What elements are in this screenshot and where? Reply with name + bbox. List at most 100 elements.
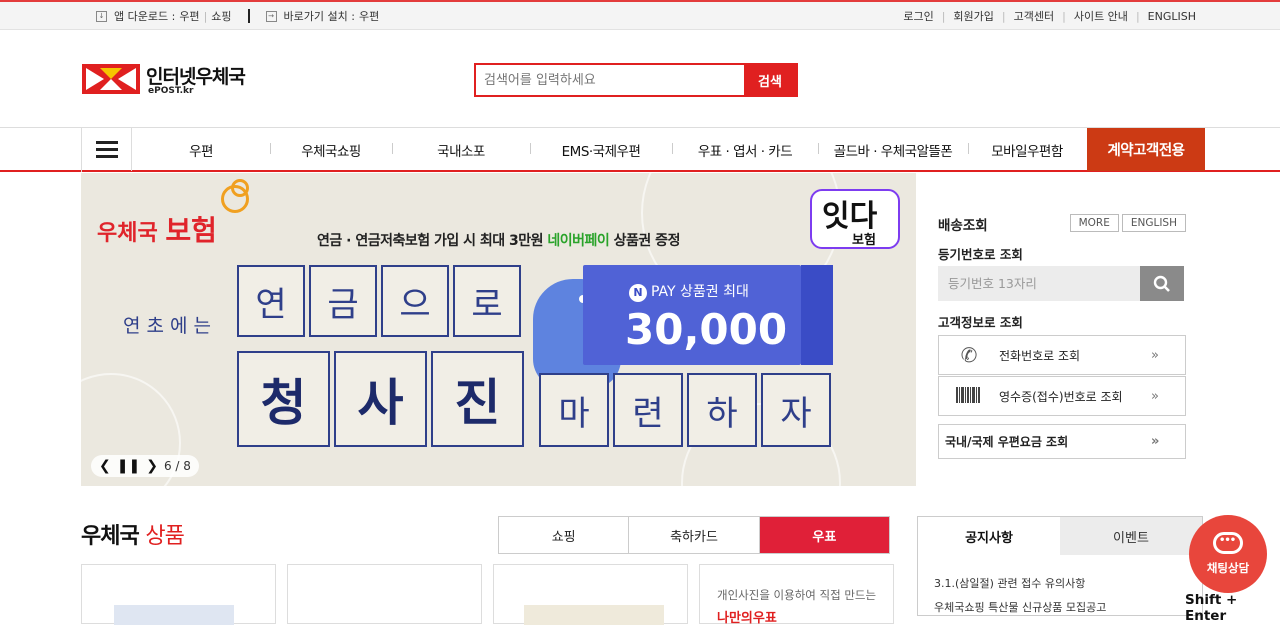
- nav-item-domestic-parcel[interactable]: 국내소포: [392, 140, 530, 160]
- english-link[interactable]: ENGLISH: [1148, 10, 1196, 23]
- pause-icon[interactable]: ❚❚: [117, 458, 140, 474]
- grid-char: 진: [431, 351, 524, 447]
- product-card[interactable]: [81, 564, 276, 625]
- main-banner[interactable]: 우체국 보험 연금 · 연금저축보험 가입 시 최대 3만원 네이버페이 상품권…: [81, 173, 916, 486]
- ticket-label: PAY 상품권 최대: [651, 284, 749, 300]
- grid-char: 마: [539, 373, 609, 447]
- tab-events[interactable]: 이벤트: [1060, 517, 1202, 555]
- app-download-post-link[interactable]: 우편: [179, 8, 199, 24]
- search-input[interactable]: [476, 65, 744, 95]
- app-download-group: ↓ 앱 다운로드 : 우편 | 쇼핑 → 바로가기 설치 : 우편: [96, 8, 379, 24]
- customer-info-label: 고객정보로 조회: [938, 315, 1023, 330]
- shortcut-icon: →: [265, 10, 277, 22]
- banner-grid-row1: 연 금 으 로: [237, 265, 525, 337]
- double-chevron-icon: »: [1151, 347, 1159, 363]
- products-tabs: 쇼핑 축하카드 우표: [498, 516, 890, 554]
- postal-rate-lookup-row[interactable]: 국내/국제 우편요금 조회 »: [938, 424, 1186, 459]
- login-link[interactable]: 로그인: [903, 8, 933, 24]
- product-card[interactable]: [493, 564, 688, 625]
- clover-icon: [231, 179, 249, 197]
- grid-char: 으: [381, 265, 449, 337]
- notice-item[interactable]: 우체국쇼핑 특산물 신규상품 모집공고: [934, 599, 1106, 615]
- npay-icon: N: [629, 284, 647, 302]
- itda-badge: 잇다 보험: [810, 189, 900, 249]
- reg-number-input[interactable]: 등기번호 13자리: [938, 266, 1140, 301]
- divider: |: [203, 9, 208, 23]
- ticket-amount: 30,000: [625, 305, 788, 354]
- banner-headline: 연금 · 연금저축보험 가입 시 최대 3만원 네이버페이 상품권 증정: [317, 233, 680, 249]
- shortcut-label: 바로가기 설치 :: [283, 10, 355, 23]
- tab-shopping[interactable]: 쇼핑: [499, 517, 630, 553]
- tab-notices[interactable]: 공지사항: [918, 517, 1060, 555]
- search-bar: 검색: [474, 63, 798, 97]
- nav-item-post[interactable]: 우편: [132, 140, 270, 160]
- notice-panel: 공지사항 이벤트 3.1.(삼일절) 관련 접수 유의사항 우체국쇼핑 특산물 …: [917, 516, 1203, 616]
- banner-grid-row2: 청 사 진: [237, 351, 528, 447]
- nav-item-mobile-mailbox[interactable]: 모바일우편함: [968, 140, 1086, 160]
- naverpay-ticket: N PAY 상품권 최대 30,000: [583, 265, 833, 365]
- grid-char: 자: [761, 373, 831, 447]
- banner-left-phrase: 연초에는: [123, 315, 217, 337]
- chat-bubble-icon: [1213, 532, 1243, 554]
- download-icon: ↓: [96, 10, 107, 22]
- receipt-lookup-row[interactable]: 영수증(접수)번호로 조회 »: [938, 376, 1186, 416]
- barcode-icon: [939, 384, 999, 408]
- app-download-shopping-link[interactable]: 쇼핑: [211, 8, 231, 24]
- logo-text: 인터넷우체국: [146, 66, 246, 88]
- product-card-title: 나만의우표: [717, 611, 777, 626]
- banner-grid-row3: 마 련 하 자: [539, 373, 835, 447]
- search-button[interactable]: 검색: [744, 65, 796, 95]
- site-logo[interactable]: 인터넷우체국 ePOST.kr: [82, 64, 246, 96]
- chat-consult-button[interactable]: 채팅상담: [1189, 515, 1267, 593]
- tracking-title: 배송조회: [938, 218, 988, 234]
- contract-customer-button[interactable]: 계약고객전용: [1087, 128, 1205, 171]
- nav-item-shopping[interactable]: 우체국쇼핑: [270, 140, 392, 160]
- pager-count: 6 / 8: [163, 459, 191, 473]
- epost-logo-icon: [82, 64, 140, 94]
- banner-pager: ❮ ❚❚ ❯ 6 / 8: [91, 455, 199, 477]
- divider: |: [941, 9, 946, 23]
- postal-rate-label: 국내/국제 우편요금 조회: [945, 435, 1069, 449]
- chat-label: 채팅상담: [1206, 561, 1250, 575]
- next-arrow-icon[interactable]: ❯: [146, 458, 158, 474]
- tracking-english-button[interactable]: ENGLISH: [1121, 214, 1186, 232]
- grid-char: 하: [687, 373, 757, 447]
- tracking-more-button[interactable]: MORE: [1069, 214, 1119, 232]
- signup-link[interactable]: 회원가입: [953, 8, 993, 24]
- product-card[interactable]: 개인사진을 이용하여 직접 만드는 나만의우표: [699, 564, 894, 626]
- tracking-search-button[interactable]: [1140, 266, 1184, 301]
- all-menu-icon[interactable]: [82, 128, 132, 171]
- product-cards: 개인사진을 이용하여 직접 만드는 나만의우표: [81, 564, 894, 626]
- site-guide-link[interactable]: 사이트 안내: [1074, 8, 1128, 24]
- product-image: [524, 605, 664, 625]
- top-right-links: 로그인 | 회원가입 | 고객센터 | 사이트 안내 | ENGLISH: [903, 8, 1196, 24]
- grid-char: 연: [237, 265, 305, 337]
- chat-shortcut-text: Shift + Enter: [1185, 592, 1238, 624]
- grid-char: 로: [453, 265, 521, 337]
- phone-lookup-row[interactable]: ✆ 전화번호로 조회 »: [938, 335, 1186, 375]
- tab-stamps[interactable]: 우표: [759, 517, 889, 553]
- product-image: [114, 605, 234, 625]
- search-icon: [1153, 275, 1170, 292]
- grid-char: 사: [334, 351, 427, 447]
- customer-center-link[interactable]: 고객센터: [1014, 8, 1054, 24]
- receipt-lookup-label: 영수증(접수)번호로 조회: [999, 389, 1123, 404]
- divider: |: [1001, 9, 1006, 23]
- double-chevron-icon: »: [1151, 434, 1160, 449]
- grid-char: 금: [309, 265, 377, 337]
- nav-item-goldbar-phone[interactable]: 골드바 · 우체국알뜰폰: [818, 140, 968, 160]
- notice-item[interactable]: 3.1.(삼일절) 관련 접수 유의사항: [934, 575, 1085, 591]
- prev-arrow-icon[interactable]: ❮: [99, 458, 111, 474]
- top-utility-bar: ↓ 앱 다운로드 : 우편 | 쇼핑 → 바로가기 설치 : 우편 로그인 | …: [0, 0, 1280, 30]
- shortcut-post-link[interactable]: 우편: [359, 8, 379, 24]
- tab-greeting-card[interactable]: 축하카드: [629, 517, 760, 553]
- grid-char: 청: [237, 351, 330, 447]
- phone-icon: ✆: [960, 343, 978, 367]
- products-section-title: 우체국 상품: [81, 524, 185, 549]
- app-download-label: 앱 다운로드 :: [114, 10, 176, 23]
- phone-lookup-label: 전화번호로 조회: [999, 348, 1081, 363]
- divider: |: [1062, 9, 1066, 23]
- nav-item-ems[interactable]: EMS·국제우편: [530, 140, 672, 160]
- nav-item-stamps[interactable]: 우표 · 엽서 · 카드: [672, 140, 818, 160]
- product-card[interactable]: [287, 564, 482, 624]
